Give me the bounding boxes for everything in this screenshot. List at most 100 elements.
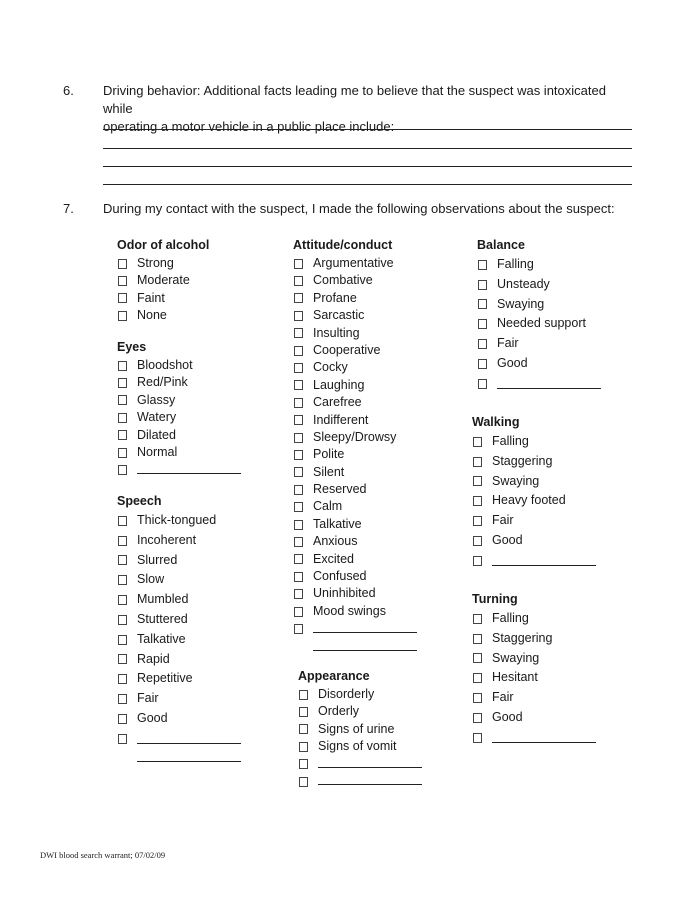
checkbox-icon[interactable] <box>294 276 303 287</box>
checkbox-icon[interactable] <box>294 380 303 391</box>
checkbox-icon[interactable] <box>473 535 482 546</box>
write-in-blank[interactable] <box>137 742 241 744</box>
checkbox-icon[interactable] <box>473 456 482 467</box>
checkbox-icon[interactable] <box>294 623 303 634</box>
checkbox-option[interactable]: Staggering <box>472 452 552 472</box>
checkbox-icon[interactable] <box>294 328 303 339</box>
checkbox-icon[interactable] <box>299 724 308 735</box>
checkbox-option[interactable]: Signs of urine <box>298 721 394 738</box>
checkbox-option[interactable]: Indifferent <box>293 412 392 429</box>
checkbox-option[interactable]: Fair <box>477 334 525 354</box>
checkbox-option[interactable] <box>472 728 596 748</box>
checkbox-option[interactable]: Stuttered <box>117 610 188 630</box>
checkbox-icon[interactable] <box>118 378 127 389</box>
checkbox-icon[interactable] <box>478 319 487 330</box>
checkbox-icon[interactable] <box>118 515 127 526</box>
checkbox-icon[interactable] <box>118 634 127 645</box>
answer-line-1[interactable] <box>103 129 632 130</box>
checkbox-option[interactable]: Unsteady <box>477 275 550 295</box>
checkbox-option[interactable] <box>298 773 422 790</box>
checkbox-option[interactable]: Cooperative <box>293 342 392 359</box>
checkbox-option[interactable]: Uninhibited <box>293 585 392 602</box>
checkbox-icon[interactable] <box>473 633 482 644</box>
checkbox-icon[interactable] <box>118 447 127 458</box>
checkbox-icon[interactable] <box>473 436 482 447</box>
checkbox-option[interactable]: Watery <box>117 409 176 426</box>
checkbox-icon[interactable] <box>478 279 487 290</box>
checkbox-option[interactable]: Sleepy/Drowsy <box>293 429 396 446</box>
checkbox-option[interactable]: Mood swings <box>293 603 392 620</box>
checkbox-icon[interactable] <box>294 467 303 478</box>
checkbox-option[interactable]: Carefree <box>293 394 392 411</box>
checkbox-option[interactable]: Staggering <box>472 629 552 649</box>
write-in-blank[interactable] <box>318 766 422 768</box>
checkbox-option[interactable]: Good <box>472 708 523 728</box>
checkbox-icon[interactable] <box>294 397 303 408</box>
checkbox-option[interactable]: Fair <box>117 689 161 709</box>
checkbox-icon[interactable] <box>294 571 303 582</box>
write-in-blank[interactable] <box>313 631 417 633</box>
checkbox-icon[interactable] <box>299 776 308 787</box>
checkbox-icon[interactable] <box>118 654 127 665</box>
checkbox-option[interactable]: Cocky <box>293 359 392 376</box>
write-in-blank-continuation[interactable] <box>137 760 241 762</box>
checkbox-option[interactable]: Falling <box>472 432 529 452</box>
checkbox-icon[interactable] <box>294 310 303 321</box>
checkbox-option[interactable]: Calm <box>293 498 392 515</box>
checkbox-option[interactable]: Combative <box>293 272 392 289</box>
checkbox-option[interactable]: Disorderly <box>298 686 374 703</box>
checkbox-icon[interactable] <box>118 276 127 287</box>
checkbox-icon[interactable] <box>473 712 482 723</box>
checkbox-icon[interactable] <box>118 395 127 406</box>
checkbox-option[interactable]: None <box>117 307 209 324</box>
checkbox-icon[interactable] <box>294 519 303 530</box>
checkbox-icon[interactable] <box>118 733 127 744</box>
checkbox-option[interactable]: Signs of vomit <box>298 738 397 755</box>
checkbox-icon[interactable] <box>118 412 127 423</box>
write-in-blank[interactable] <box>492 564 596 566</box>
checkbox-icon[interactable] <box>294 536 303 547</box>
write-in-blank[interactable] <box>492 741 596 743</box>
checkbox-option[interactable] <box>117 461 241 478</box>
checkbox-icon[interactable] <box>478 339 487 350</box>
checkbox-icon[interactable] <box>478 358 487 369</box>
checkbox-option[interactable]: Silent <box>293 464 392 481</box>
checkbox-icon[interactable] <box>473 693 482 704</box>
write-in-blank[interactable] <box>137 472 241 474</box>
checkbox-option[interactable]: Needed support <box>477 314 586 334</box>
checkbox-icon[interactable] <box>118 258 127 269</box>
checkbox-icon[interactable] <box>478 378 487 389</box>
checkbox-icon[interactable] <box>294 345 303 356</box>
checkbox-option[interactable]: Strong <box>117 255 209 272</box>
checkbox-option[interactable]: Good <box>477 354 528 374</box>
checkbox-icon[interactable] <box>118 595 127 606</box>
checkbox-icon[interactable] <box>473 613 482 624</box>
checkbox-icon[interactable] <box>299 707 308 718</box>
answer-line-4[interactable] <box>103 184 632 185</box>
checkbox-option[interactable]: Argumentative <box>293 255 394 272</box>
checkbox-option[interactable]: Thick-tongued <box>117 511 216 531</box>
checkbox-icon[interactable] <box>294 484 303 495</box>
checkbox-option[interactable]: Slurred <box>117 551 177 571</box>
checkbox-option[interactable]: Moderate <box>117 272 209 289</box>
answer-line-2[interactable] <box>103 148 632 149</box>
checkbox-icon[interactable] <box>473 732 482 743</box>
checkbox-icon[interactable] <box>294 432 303 443</box>
checkbox-option[interactable]: Talkative <box>117 630 186 650</box>
checkbox-icon[interactable] <box>118 293 127 304</box>
checkbox-icon[interactable] <box>473 653 482 664</box>
checkbox-option[interactable]: Red/Pink <box>117 374 188 391</box>
checkbox-option[interactable]: Heavy footed <box>472 491 566 511</box>
checkbox-icon[interactable] <box>118 555 127 566</box>
checkbox-icon[interactable] <box>118 430 127 441</box>
checkbox-option[interactable]: Talkative <box>293 516 392 533</box>
checkbox-option[interactable]: Bloodshot <box>117 357 193 374</box>
checkbox-option[interactable]: Anxious <box>293 533 392 550</box>
checkbox-option[interactable]: Glassy <box>117 392 175 409</box>
checkbox-icon[interactable] <box>473 673 482 684</box>
checkbox-icon[interactable] <box>118 614 127 625</box>
checkbox-icon[interactable] <box>294 502 303 513</box>
checkbox-option[interactable]: Falling <box>477 255 534 275</box>
checkbox-icon[interactable] <box>118 694 127 705</box>
checkbox-option[interactable]: Dilated <box>117 427 176 444</box>
